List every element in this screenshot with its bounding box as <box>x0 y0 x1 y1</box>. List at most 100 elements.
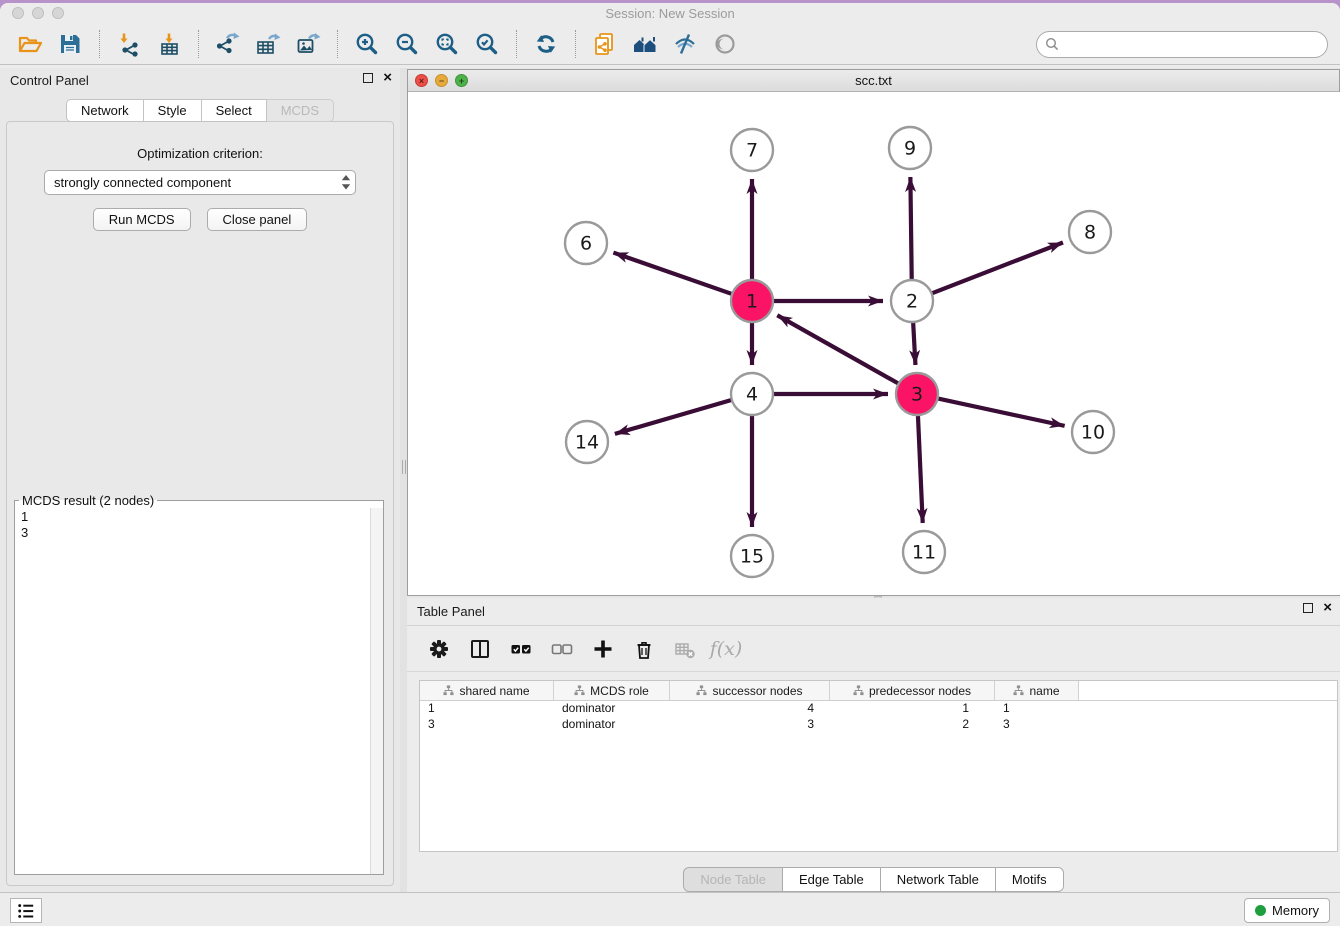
table-settings-button[interactable] <box>427 637 451 661</box>
status-bar: Memory <box>0 892 1340 926</box>
tab-network-table[interactable]: Network Table <box>881 867 996 892</box>
tab-node-table[interactable]: Node Table <box>683 867 783 892</box>
column-header-MCDS-role[interactable]: MCDS role <box>554 681 670 700</box>
edge-2-8[interactable] <box>932 242 1063 293</box>
column-header-predecessor-nodes[interactable]: predecessor nodes <box>830 681 995 700</box>
window-titlebar: Session: New Session <box>0 3 1340 24</box>
mcds-panel: Optimization criterion: strongly connect… <box>6 121 394 886</box>
node-label-11: 11 <box>912 542 936 564</box>
apply-function-button[interactable]: f(x) <box>714 637 738 661</box>
network-minimize-button[interactable]: − <box>435 74 448 87</box>
mcds-result-lines: 13 <box>15 508 383 542</box>
node-label-2: 2 <box>906 291 918 313</box>
close-panel-icon[interactable]: × <box>383 73 392 83</box>
cell-predecessor-nodes[interactable]: 2 <box>830 717 995 733</box>
tab-network[interactable]: Network <box>66 99 144 122</box>
export-network-button[interactable] <box>213 29 243 59</box>
cell-MCDS-role[interactable]: dominator <box>554 717 670 733</box>
float-table-panel-icon[interactable] <box>1303 603 1313 613</box>
cell-MCDS-role[interactable]: dominator <box>554 701 670 717</box>
maximize-window-button[interactable] <box>52 7 64 19</box>
cell-predecessor-nodes[interactable]: 1 <box>830 701 995 717</box>
close-window-button[interactable] <box>12 7 24 19</box>
graph-canvas[interactable]: 7968124314101511 <box>408 92 1340 595</box>
edge-3-1[interactable] <box>777 315 898 383</box>
memory-button[interactable]: Memory <box>1244 898 1330 923</box>
close-panel-button[interactable]: Close panel <box>207 208 308 231</box>
save-session-button[interactable] <box>55 29 85 59</box>
delete-table-button[interactable] <box>673 637 697 661</box>
zoom-out-button[interactable] <box>392 29 422 59</box>
main-toolbar <box>0 24 1340 65</box>
hide-graphics-details-button[interactable] <box>670 29 700 59</box>
edge-3-10[interactable] <box>938 398 1065 425</box>
node-label-1: 1 <box>746 291 758 313</box>
tab-edge-table[interactable]: Edge Table <box>783 867 881 892</box>
cell-successor-nodes[interactable]: 4 <box>670 701 830 717</box>
column-label: predecessor nodes <box>869 684 971 698</box>
run-mcds-button[interactable]: Run MCDS <box>93 208 191 231</box>
column-header-shared-name[interactable]: shared name <box>420 681 554 700</box>
table-row-2[interactable]: 3dominator323 <box>420 717 1337 733</box>
edge-3-11[interactable] <box>918 415 923 523</box>
split-panel-button[interactable] <box>468 637 492 661</box>
selected-criterion: strongly connected component <box>45 175 337 190</box>
column-label: MCDS role <box>590 684 649 698</box>
column-header-successor-nodes[interactable]: successor nodes <box>670 681 830 700</box>
minimize-window-button[interactable] <box>32 7 44 19</box>
cell-shared-name[interactable]: 3 <box>420 717 554 733</box>
cell-successor-nodes[interactable]: 3 <box>670 717 830 733</box>
export-image-button[interactable] <box>293 29 323 59</box>
edge-2-9[interactable] <box>910 177 911 280</box>
column-header-name[interactable]: name <box>995 681 1079 700</box>
edge-1-6[interactable] <box>613 253 732 295</box>
apply-layout-button[interactable] <box>531 29 561 59</box>
export-table-button[interactable] <box>253 29 283 59</box>
column-label: successor nodes <box>712 684 802 698</box>
duplicate-network-button[interactable] <box>590 29 620 59</box>
control-panel-tabs: NetworkStyleSelectMCDS <box>0 99 400 122</box>
network-maximize-button[interactable]: + <box>455 74 468 87</box>
zoom-out-icon <box>394 31 420 57</box>
import-network-button[interactable] <box>114 29 144 59</box>
close-table-panel-icon[interactable]: × <box>1323 603 1332 613</box>
memory-label: Memory <box>1272 903 1319 918</box>
edge-2-3[interactable] <box>913 322 915 365</box>
tab-mcds[interactable]: MCDS <box>267 99 334 122</box>
open-folder-icon <box>17 31 43 57</box>
edge-4-14[interactable] <box>615 400 732 434</box>
zoom-selected-button[interactable] <box>472 29 502 59</box>
zoom-fit-button[interactable] <box>432 29 462 59</box>
tab-select[interactable]: Select <box>202 99 267 122</box>
result-line: 1 <box>21 509 377 525</box>
result-scrollbar[interactable] <box>370 508 383 874</box>
table-row-1[interactable]: 1dominator411 <box>420 701 1337 717</box>
open-session-button[interactable] <box>15 29 45 59</box>
home-button[interactable] <box>630 29 660 59</box>
task-history-button[interactable] <box>10 898 42 923</box>
select-all-button[interactable] <box>509 637 533 661</box>
network-close-button[interactable]: × <box>415 74 428 87</box>
cell-shared-name[interactable]: 1 <box>420 701 554 717</box>
cell-name[interactable]: 1 <box>995 701 1079 717</box>
zoom-in-button[interactable] <box>352 29 382 59</box>
delete-column-button[interactable] <box>632 637 656 661</box>
deselect-all-button[interactable] <box>550 637 574 661</box>
search-input[interactable] <box>1036 31 1328 58</box>
show-graphics-details-button[interactable] <box>710 29 740 59</box>
add-column-button[interactable] <box>591 637 615 661</box>
vertical-splitter[interactable] <box>400 68 407 892</box>
fx-icon: f(x) <box>710 638 743 660</box>
toolbar-separator <box>516 30 517 58</box>
cell-name[interactable]: 3 <box>995 717 1079 733</box>
float-panel-icon[interactable] <box>363 73 373 83</box>
table-toolbar: f(x) <box>407 625 1340 672</box>
search-container <box>1036 31 1328 58</box>
tab-motifs[interactable]: Motifs <box>996 867 1064 892</box>
tab-style[interactable]: Style <box>144 99 202 122</box>
optimization-criterion-select[interactable]: strongly connected component <box>44 170 356 195</box>
network-window-titlebar[interactable]: × − + scc.txt <box>408 70 1339 92</box>
dropdown-stepper-icon <box>337 174 355 191</box>
node-label-7: 7 <box>746 140 758 162</box>
import-table-button[interactable] <box>154 29 184 59</box>
